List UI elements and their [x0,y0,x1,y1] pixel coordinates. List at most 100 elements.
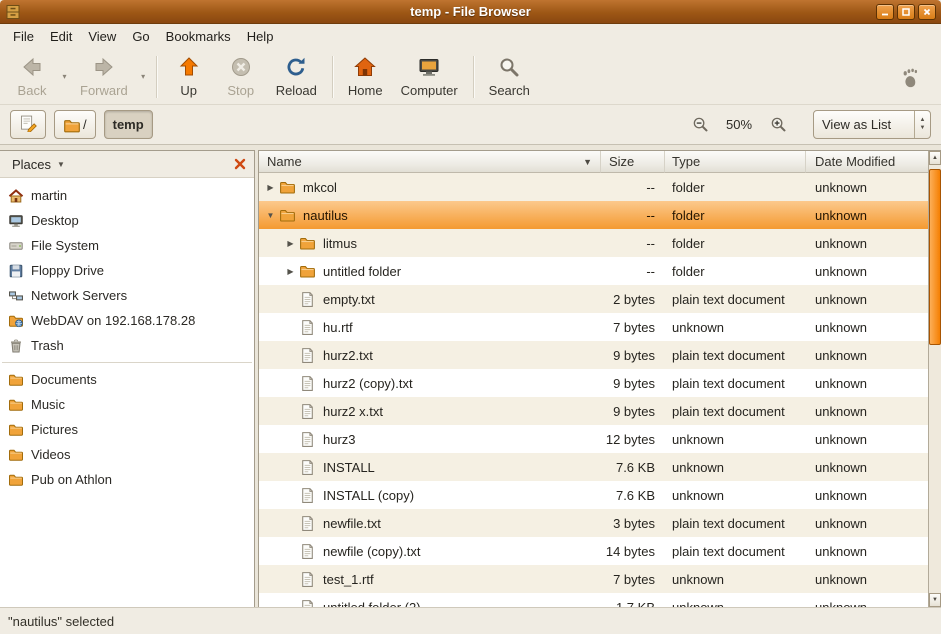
sidebar-item-pub-on-athlon[interactable]: Pub on Athlon [0,467,254,492]
filesystem-icon [8,238,24,254]
expander-icon[interactable]: ▶ [283,239,298,248]
toolbar-separator [332,56,333,98]
sidebar-item-documents[interactable]: Documents [0,367,254,392]
table-row[interactable]: untitled folder (2) 1.7 KB unknown unkno… [259,593,928,607]
close-button[interactable] [918,4,936,20]
menu-edit[interactable]: Edit [42,26,80,47]
sidebar-item-desktop[interactable]: Desktop [0,208,254,233]
vertical-scrollbar[interactable]: ▲ ▼ [928,151,941,607]
reload-button[interactable]: Reload [267,52,326,102]
dropdown-stepper-icon: ▲▼ [914,111,930,138]
view-mode-dropdown[interactable]: View as List ▲▼ [813,110,931,139]
sidebar-item-floppy-drive[interactable]: Floppy Drive [0,258,254,283]
status-text: "nautilus" selected [8,614,114,629]
back-button[interactable]: Back [6,52,58,102]
file-icon [299,431,316,448]
folder-icon [299,235,316,252]
trash-icon [8,338,24,354]
window-title: temp - File Browser [0,4,941,19]
sidebar-item-network-servers[interactable]: Network Servers [0,283,254,308]
titlebar[interactable]: temp - File Browser [0,0,941,24]
expander-icon[interactable]: ▼ [263,211,278,220]
table-row[interactable]: ▶ untitled folder -- folder unknown [259,257,928,285]
expander-icon[interactable]: ▶ [283,267,298,276]
table-row[interactable]: newfile.txt 3 bytes plain text document … [259,509,928,537]
sidebar-close-button[interactable] [233,157,247,171]
edit-location-icon [19,114,37,135]
folder-icon [8,472,24,488]
sidebar-item-file-system[interactable]: File System [0,233,254,258]
sidebar-item-webdav-on-192-168-178-28[interactable]: WebDAV on 192.168.178.28 [0,308,254,333]
file-list-pane: Name ▼ Size Type Date Modified ▶ mkcol -… [258,150,941,607]
column-header-name[interactable]: Name ▼ [259,151,601,173]
stop-button[interactable]: Stop [215,52,267,102]
desktop-icon [8,213,24,229]
floppy-icon [8,263,24,279]
menu-go[interactable]: Go [124,26,157,47]
table-row[interactable]: ▼ nautilus -- folder unknown [259,201,928,229]
toggle-location-entry-button[interactable] [10,110,46,139]
file-rows: ▶ mkcol -- folder unknown ▼ nautilus -- … [259,173,928,607]
scrollbar-thumb[interactable] [929,169,941,345]
reload-icon [284,55,308,82]
file-icon [299,459,316,476]
table-row[interactable]: hu.rtf 7 bytes unknown unknown [259,313,928,341]
places-sidebar: Places ▼ martin Desktop File System Flop… [0,150,255,607]
path-button-current[interactable]: temp [104,110,153,139]
menu-help[interactable]: Help [239,26,282,47]
minimize-button[interactable] [876,4,894,20]
status-bar: "nautilus" selected [0,607,941,634]
home-icon [8,188,24,204]
scrollbar-trough[interactable] [929,165,941,593]
search-icon [497,55,521,82]
table-row[interactable]: hurz2.txt 9 bytes plain text document un… [259,341,928,369]
scroll-up-button[interactable]: ▲ [929,151,941,165]
sidebar-item-martin[interactable]: martin [0,183,254,208]
menu-file[interactable]: File [5,26,42,47]
back-history-dropdown[interactable]: ▾ [58,52,71,102]
sidebar-item-music[interactable]: Music [0,392,254,417]
search-button[interactable]: Search [480,52,539,102]
file-icon [299,347,316,364]
sidebar-item-pictures[interactable]: Pictures [0,417,254,442]
forward-history-dropdown[interactable]: ▾ [137,52,150,102]
file-icon [299,515,316,532]
sidebar-item-videos[interactable]: Videos [0,442,254,467]
table-row[interactable]: empty.txt 2 bytes plain text document un… [259,285,928,313]
table-row[interactable]: hurz3 12 bytes unknown unknown [259,425,928,453]
scroll-down-button[interactable]: ▼ [929,593,941,607]
forward-arrow-icon [92,55,116,82]
forward-button[interactable]: Forward [71,52,137,102]
path-button-root[interactable]: / [54,110,96,139]
column-header-date-modified[interactable]: Date Modified [806,151,928,173]
location-bar: / temp 50% View as List ▲▼ [0,105,941,145]
table-row[interactable]: INSTALL (copy) 7.6 KB unknown unknown [259,481,928,509]
table-row[interactable]: ▶ mkcol -- folder unknown [259,173,928,201]
table-row[interactable]: newfile (copy).txt 14 bytes plain text d… [259,537,928,565]
menu-bookmarks[interactable]: Bookmarks [158,26,239,47]
file-icon [299,571,316,588]
menu-view[interactable]: View [80,26,124,47]
file-cabinet-icon [5,4,21,20]
table-row[interactable]: INSTALL 7.6 KB unknown unknown [259,453,928,481]
column-header-type[interactable]: Type [665,151,806,173]
sidebar-view-selector[interactable]: Places ▼ [7,155,70,174]
file-icon [299,599,316,608]
table-row[interactable]: hurz2 x.txt 9 bytes plain text document … [259,397,928,425]
gnome-foot-throbber-icon [897,64,923,90]
table-row[interactable]: hurz2 (copy).txt 9 bytes plain text docu… [259,369,928,397]
expander-icon[interactable]: ▶ [263,183,278,192]
zoom-out-button[interactable] [688,113,712,137]
table-row[interactable]: test_1.rtf 7 bytes unknown unknown [259,565,928,593]
up-button[interactable]: Up [163,52,215,102]
table-row[interactable]: ▶ litmus -- folder unknown [259,229,928,257]
sidebar-item-trash[interactable]: Trash [0,333,254,358]
folder-icon [279,207,296,224]
zoom-in-button[interactable] [766,113,790,137]
home-button[interactable]: Home [339,52,392,102]
maximize-button[interactable] [897,4,915,20]
column-header-size[interactable]: Size [601,151,665,173]
toolbar-separator [473,56,474,98]
file-icon [299,543,316,560]
computer-button[interactable]: Computer [392,52,467,102]
